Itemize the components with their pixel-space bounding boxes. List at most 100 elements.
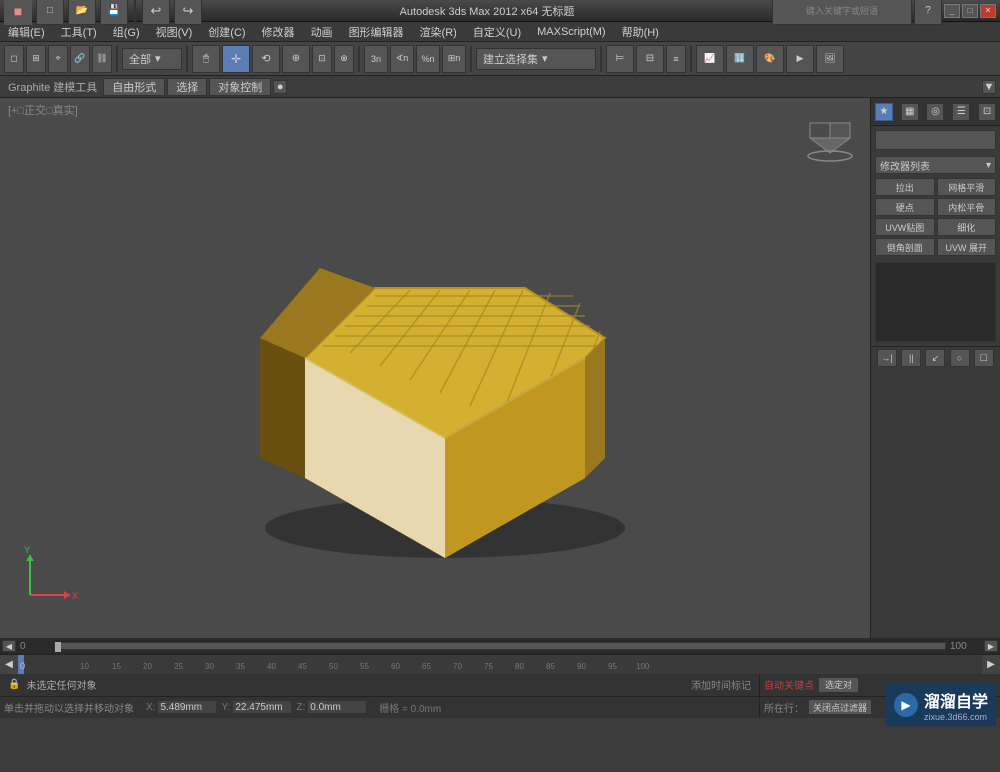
vertex-btn[interactable]: 硬点 xyxy=(875,198,935,216)
3d-object xyxy=(175,138,695,598)
snap-angle-btn[interactable]: ∢n xyxy=(390,45,414,73)
add-time-marker-btn[interactable]: 添加时间标记 xyxy=(691,677,751,692)
set-key-btn[interactable]: 选定对 xyxy=(818,677,859,693)
menu-group[interactable]: 组(G) xyxy=(105,22,148,42)
zoom-extents-btn[interactable]: ⌖ xyxy=(48,45,68,73)
link-btn[interactable]: 🔗 xyxy=(70,45,90,73)
bevel-profile-btn[interactable]: 倒角剖面 xyxy=(875,238,935,256)
restore-btn[interactable]: □ xyxy=(962,4,978,18)
material-editor-btn[interactable]: 🎨 xyxy=(756,45,784,73)
modifier-list-dropdown[interactable]: 修改器列表 ▾ xyxy=(875,156,996,174)
menu-customize[interactable]: 自定义(U) xyxy=(465,22,529,42)
rp-nav-back[interactable]: ↙ xyxy=(925,349,945,367)
title-bar: ■ □ 📂 💾 ↩ ↪ Autodesk 3ds Max 2012 x64 无标… xyxy=(0,0,1000,22)
toolbar2-collapse[interactable]: ▼ xyxy=(982,80,996,94)
nurms-btn[interactable]: 内松平骨 xyxy=(937,198,997,216)
rp-icon-modify[interactable]: ▦ xyxy=(901,103,919,121)
layer-btn[interactable]: ≡ xyxy=(666,45,686,73)
mode-dropdown[interactable]: 全部 ▾ xyxy=(122,48,182,70)
rotate-btn[interactable]: ⟲ xyxy=(252,45,280,73)
rp-icon-hierarchy[interactable]: ◎ xyxy=(926,103,944,121)
snap-spinner-btn[interactable]: ⊞n xyxy=(442,45,466,73)
progress-bar: ◀ 0 100 ▶ xyxy=(0,638,1000,654)
grid-label: 栅格 = 0.0mm xyxy=(379,700,441,715)
row-label: 所在行： xyxy=(764,700,804,715)
close-filter-btn[interactable]: 关闭点过滤器 xyxy=(808,699,872,715)
timeline-ticks[interactable]: 0 10 15 20 25 30 35 40 45 50 55 60 65 70… xyxy=(18,655,982,674)
x-input[interactable] xyxy=(157,700,217,714)
svg-text:Y: Y xyxy=(24,545,30,555)
menu-edit[interactable]: 编辑(E) xyxy=(0,22,53,42)
close-btn[interactable]: ✕ xyxy=(980,4,996,18)
extrude-btn[interactable]: 拉出 xyxy=(875,178,935,196)
mesh-smooth-btn[interactable]: 网格平滑 xyxy=(937,178,997,196)
menu-modifier[interactable]: 修改器 xyxy=(254,22,303,42)
snap-3d-btn[interactable]: 3n xyxy=(364,45,388,73)
schematic-btn[interactable]: 🔢 xyxy=(726,45,754,73)
sep-t3 xyxy=(358,46,360,72)
timeline-scroll-left[interactable]: ◀ xyxy=(0,655,18,674)
render-window-btn[interactable]: 🖼 xyxy=(816,45,844,73)
main-toolbar: ◻ ⊞ ⌖ 🔗 ⛓ 全部 ▾ 🖱 ✛ ⟲ ⊕ ⊡ ⊗ 3n ∢n %n ⊞n 建… xyxy=(0,42,1000,76)
z-input[interactable] xyxy=(307,700,367,714)
timeline-scroll-right[interactable]: ▶ xyxy=(982,655,1000,674)
modifier-search[interactable] xyxy=(875,130,996,150)
z-label: Z: xyxy=(296,702,305,713)
timeline-prev-btn[interactable]: ◀ xyxy=(2,640,16,652)
select-region-btn[interactable]: ⊞ xyxy=(26,45,46,73)
rp-nav-pause[interactable]: || xyxy=(901,349,921,367)
timeline-track[interactable] xyxy=(54,642,946,650)
align-btn[interactable]: ⊟ xyxy=(636,45,664,73)
uvw-unwrap-btn[interactable]: UVW 展开 xyxy=(937,238,997,256)
modifier-search-input[interactable] xyxy=(876,135,995,146)
scale-btn[interactable]: ⊕ xyxy=(282,45,310,73)
select-obj-btn[interactable]: ◻ xyxy=(4,45,24,73)
main-viewport[interactable]: [+□正交□真实] xyxy=(0,98,870,638)
svg-text:70: 70 xyxy=(453,662,462,671)
timeline-thumb[interactable] xyxy=(55,642,61,652)
menu-tools[interactable]: 工具(T) xyxy=(53,22,105,42)
uvw-map-btn[interactable]: UVW贴图 xyxy=(875,218,935,236)
menu-help[interactable]: 帮助(H) xyxy=(614,22,667,42)
toolbar2-dot[interactable]: ● xyxy=(273,80,287,94)
svg-text:65: 65 xyxy=(422,662,431,671)
rp-nav-circle[interactable]: ○ xyxy=(950,349,970,367)
rp-nav-square[interactable]: ☐ xyxy=(974,349,994,367)
pivot-btn[interactable]: ⊗ xyxy=(334,45,354,73)
menu-render[interactable]: 渲染(R) xyxy=(412,22,465,42)
viewport-nav-cube[interactable] xyxy=(800,108,860,171)
selection-label: 建立选择集 xyxy=(483,51,538,67)
snap-percent-btn[interactable]: %n xyxy=(416,45,440,73)
search-box[interactable]: 键入关键字或短语 xyxy=(772,0,912,25)
svg-text:15: 15 xyxy=(112,662,121,671)
y-coord-field: Y: xyxy=(221,700,292,714)
menu-maxscript[interactable]: MAXScript(M) xyxy=(529,24,613,40)
object-control-tab[interactable]: 对象控制 xyxy=(209,78,271,96)
mirror-btn[interactable]: ⊨ xyxy=(606,45,634,73)
menu-view[interactable]: 视图(V) xyxy=(148,22,201,42)
menu-create[interactable]: 创建(C) xyxy=(200,22,253,42)
select-move-btn[interactable]: ✛ xyxy=(222,45,250,73)
rp-icon-display[interactable]: ⊡ xyxy=(978,103,996,121)
rp-icon-create[interactable]: ★ xyxy=(875,103,893,121)
render-btn[interactable]: ▶ xyxy=(786,45,814,73)
tessellate-btn[interactable]: 细化 xyxy=(937,218,997,236)
select-filter-btn[interactable]: 🖱 xyxy=(192,45,220,73)
menu-graph-editor[interactable]: 图形编辑器 xyxy=(341,22,412,42)
right-panel-tabs: ★ ▦ ◎ ☰ ⊡ xyxy=(871,98,1000,126)
menu-animation[interactable]: 动画 xyxy=(303,22,341,42)
y-input[interactable] xyxy=(232,700,292,714)
timeline-next-btn[interactable]: ▶ xyxy=(984,640,998,652)
curve-editor-btn[interactable]: 📈 xyxy=(696,45,724,73)
help-btn[interactable]: ? xyxy=(914,0,942,25)
rp-nav-start[interactable]: →| xyxy=(877,349,897,367)
mode-arrow: ▾ xyxy=(155,52,161,65)
unlink-btn[interactable]: ⛓ xyxy=(92,45,112,73)
ref-coord-btn[interactable]: ⊡ xyxy=(312,45,332,73)
selection-dropdown[interactable]: 建立选择集 ▾ xyxy=(476,48,596,70)
viewport-area: [+□正交□真实] xyxy=(0,98,1000,638)
minimize-btn[interactable]: _ xyxy=(944,4,960,18)
rp-icon-motion[interactable]: ☰ xyxy=(952,103,970,121)
select-tab[interactable]: 选择 xyxy=(167,78,207,96)
freeform-tab[interactable]: 自由形式 xyxy=(103,78,165,96)
